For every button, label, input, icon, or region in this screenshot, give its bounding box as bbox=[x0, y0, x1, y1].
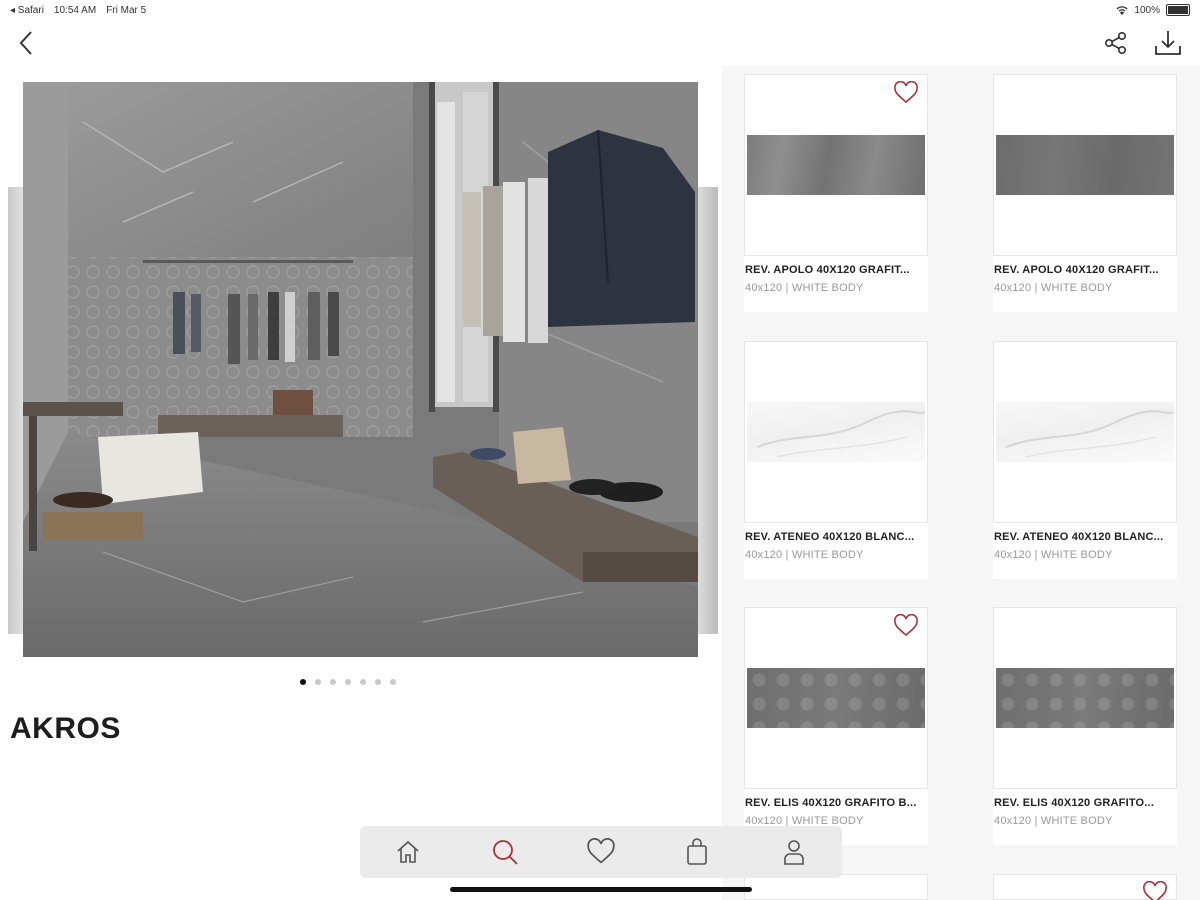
tile-swatch bbox=[747, 402, 926, 462]
tile-swatch bbox=[747, 135, 925, 195]
hero-image bbox=[23, 82, 698, 657]
page-dot[interactable] bbox=[330, 679, 336, 685]
product-thumbnail[interactable] bbox=[993, 874, 1177, 900]
tile-swatch bbox=[747, 668, 925, 728]
share-icon bbox=[1104, 31, 1127, 54]
tile-swatch bbox=[996, 668, 1174, 728]
bag-icon bbox=[687, 838, 708, 865]
tile-swatch bbox=[996, 135, 1174, 195]
home-indicator[interactable] bbox=[450, 887, 752, 892]
status-app: ◂ Safari bbox=[10, 5, 44, 16]
page-dot[interactable] bbox=[375, 679, 381, 685]
product-thumbnail[interactable] bbox=[744, 74, 928, 256]
product-card[interactable]: REV. ELIS 40X120 GRAFITO B... 40x120 | W… bbox=[744, 607, 928, 845]
product-thumbnail[interactable] bbox=[993, 607, 1177, 789]
share-button[interactable] bbox=[1100, 28, 1132, 58]
product-spec: 40x120 | WHITE BODY bbox=[994, 282, 1113, 294]
tile-swatch bbox=[996, 402, 1175, 462]
tab-search[interactable] bbox=[485, 832, 525, 872]
product-spec: 40x120 | WHITE BODY bbox=[745, 549, 864, 561]
battery-icon bbox=[1166, 4, 1190, 16]
product-name[interactable]: REV. ELIS 40X120 GRAFITO... bbox=[994, 797, 1174, 809]
tab-account[interactable] bbox=[774, 832, 814, 872]
product-card[interactable]: REV. APOLO 40X120 GRAFIT... 40x120 | WHI… bbox=[744, 74, 928, 312]
product-spec: 40x120 | WHITE BODY bbox=[745, 282, 864, 294]
download-icon bbox=[1155, 31, 1181, 55]
product-thumbnail[interactable] bbox=[993, 341, 1177, 523]
search-icon bbox=[492, 840, 518, 865]
product-name[interactable]: REV. APOLO 40X120 GRAFIT... bbox=[745, 264, 925, 276]
product-name[interactable]: REV. APOLO 40X120 GRAFIT... bbox=[994, 264, 1174, 276]
product-thumbnail[interactable] bbox=[744, 341, 928, 523]
marble-vein bbox=[756, 410, 926, 458]
status-time: 10:54 AM bbox=[53, 5, 97, 16]
product-grid[interactable]: REV. APOLO 40X120 GRAFIT... 40x120 | WHI… bbox=[722, 66, 1200, 900]
product-card[interactable]: REV. ELIS 40X120 GRAFITO... 40x120 | WHI… bbox=[993, 607, 1177, 845]
product-spec: 40x120 | WHITE BODY bbox=[994, 815, 1113, 827]
page-dot[interactable] bbox=[345, 679, 351, 685]
product-spec: 40x120 | WHITE BODY bbox=[994, 549, 1113, 561]
carousel-pagination bbox=[300, 679, 396, 685]
back-button[interactable] bbox=[8, 28, 44, 58]
product-thumbnail[interactable] bbox=[993, 74, 1177, 256]
showroom-illustration bbox=[23, 82, 698, 657]
user-icon bbox=[783, 840, 804, 865]
product-name[interactable]: REV. ATENEO 40X120 BLANC... bbox=[745, 531, 925, 543]
marble-vein bbox=[1005, 410, 1175, 458]
wifi-icon bbox=[1116, 6, 1128, 15]
product-card[interactable]: REV. APOLO 40X120 GRAFIT... 40x120 | WHI… bbox=[993, 74, 1177, 312]
tab-bag[interactable] bbox=[677, 832, 717, 872]
battery-percent: 100% bbox=[1134, 4, 1160, 16]
heart-icon bbox=[587, 838, 615, 864]
chevron-left-icon bbox=[19, 31, 32, 55]
tab-favorites[interactable] bbox=[581, 832, 621, 872]
tab-home[interactable] bbox=[388, 832, 428, 872]
product-card[interactable] bbox=[993, 874, 1177, 900]
download-button[interactable] bbox=[1150, 26, 1186, 60]
next-slide-preview[interactable] bbox=[698, 187, 718, 634]
product-thumbnail[interactable] bbox=[744, 607, 928, 789]
collection-title: AKROS bbox=[10, 712, 121, 745]
product-card[interactable]: REV. ATENEO 40X120 BLANC... 40x120 | WHI… bbox=[993, 341, 1177, 579]
product-card[interactable]: REV. ATENEO 40X120 BLANC... 40x120 | WHI… bbox=[744, 341, 928, 579]
page-dot[interactable] bbox=[360, 679, 366, 685]
page-dot[interactable] bbox=[315, 679, 321, 685]
page-dot[interactable] bbox=[390, 679, 396, 685]
product-name[interactable]: REV. ELIS 40X120 GRAFITO B... bbox=[745, 797, 925, 809]
page-dot[interactable] bbox=[300, 679, 306, 685]
image-carousel[interactable] bbox=[8, 82, 718, 660]
heart-icon[interactable] bbox=[1142, 881, 1168, 900]
status-date: Fri Mar 5 bbox=[106, 5, 147, 16]
heart-icon[interactable] bbox=[893, 614, 919, 638]
heart-icon[interactable] bbox=[893, 81, 919, 105]
tab-bar bbox=[360, 826, 842, 878]
status-bar: ◂ Safari 10:54 AM Fri Mar 5 100% bbox=[0, 0, 1200, 22]
home-icon bbox=[397, 840, 419, 863]
product-name[interactable]: REV. ATENEO 40X120 BLANC... bbox=[994, 531, 1174, 543]
